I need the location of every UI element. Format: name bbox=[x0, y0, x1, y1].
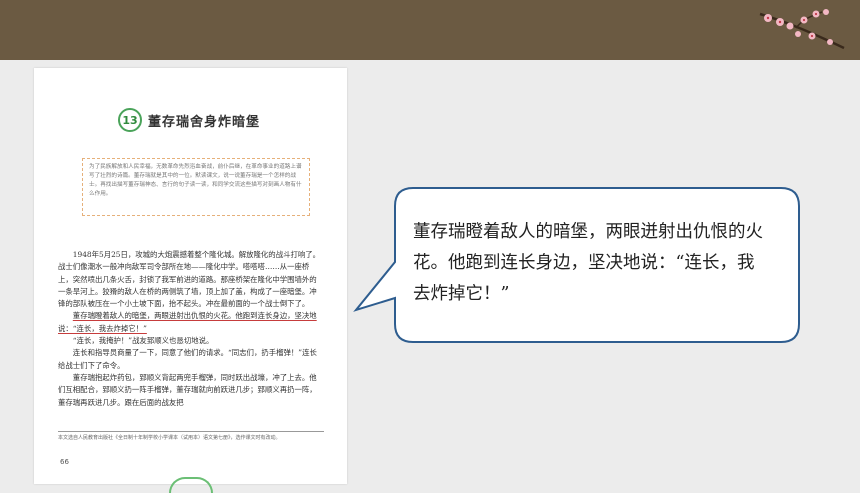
lesson-name: 董存瑞舍身炸暗堡 bbox=[148, 114, 261, 130]
textbook-page: 13 董存瑞舍身炸暗堡 为了民族解放和人民幸福，无数革命先烈浴血奋战，前仆后继，… bbox=[34, 68, 347, 493]
paragraph: 1948年5月25日，攻城的大炮震撼着整个隆化城。解放隆化的战斗打响了。战士们像… bbox=[58, 250, 321, 309]
body-text: 1948年5月25日，攻城的大炮震撼着整个隆化城。解放隆化的战斗打响了。战士们像… bbox=[58, 249, 324, 409]
lesson-title: 13 董存瑞舍身炸暗堡 bbox=[118, 108, 260, 132]
footnote: 本文选自人民教育出版社《全日制十年制学校小学课本（试用本）语文第七册》，选作课文… bbox=[58, 431, 324, 442]
speech-bubble: 董存瑞瞪着敌人的暗堡，两眼迸射出仇恨的火花。他跑到连长身边，坚决地说：“连长，我… bbox=[353, 186, 803, 344]
lesson-number-badge: 13 bbox=[118, 108, 142, 132]
callout-text: 董存瑞瞪着敌人的暗堡，两眼迸射出仇恨的火花。他跑到连长身边，坚决地说：“连长，我… bbox=[413, 222, 763, 304]
paragraph: 董存瑞抱起炸药包，郅顺义背起两兜手榴弹，同时跃出战壕，冲了上去。他们互相配合，郅… bbox=[58, 372, 317, 407]
highlighted-paragraph: 董存瑞瞪着敌人的暗堡，两眼迸射出仇恨的火花。他跑到连长身边，坚决地说：“连长，我… bbox=[58, 311, 317, 333]
decorative-arc bbox=[169, 477, 213, 493]
plum-blossom-icon bbox=[759, 9, 845, 50]
paragraph: “连长，我掩护！”战友郅顺义也恳切地说。 bbox=[72, 336, 214, 346]
paragraph: 连长和指导员商量了一下，同意了他们的请求。“同志们，扔手榴弹！”连长给战士们下了… bbox=[58, 348, 317, 370]
header-bar bbox=[0, 0, 860, 60]
intro-box: 为了民族解放和人民幸福，无数革命先烈浴血奋战，前仆后继，在革命事业的道路上谱写了… bbox=[82, 158, 310, 216]
page-number: 66 bbox=[60, 458, 69, 466]
